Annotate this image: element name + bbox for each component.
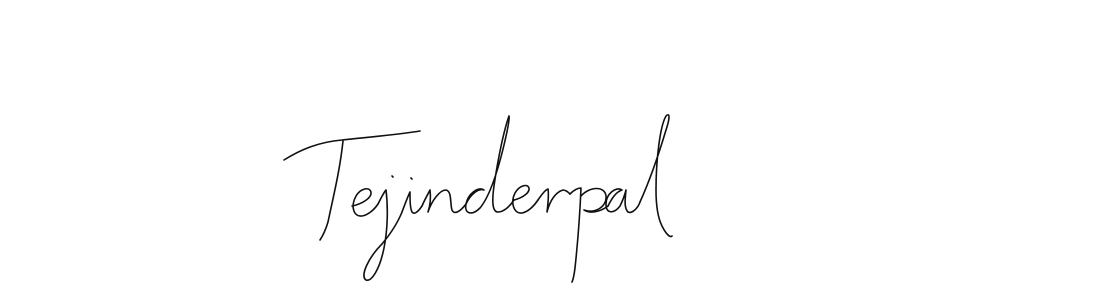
signature-stroke-l xyxy=(639,114,673,238)
signature-stroke-a xyxy=(605,188,641,214)
signature-stroke-t-stem xyxy=(319,140,344,241)
signature-stroke-p xyxy=(569,187,609,283)
signature-stroke-t-bar xyxy=(283,130,421,161)
signature-image xyxy=(283,114,673,283)
signature-stroke-n xyxy=(421,189,467,214)
signature-stroke-j-dot xyxy=(391,175,394,178)
signature-stroke-r xyxy=(537,188,571,213)
signature-stroke-e2 xyxy=(512,184,539,214)
signature-stroke-i xyxy=(401,191,423,214)
signature-stroke-e1 xyxy=(351,187,379,217)
signature-stroke-i-dot xyxy=(410,177,413,180)
signature-stroke-j xyxy=(363,189,403,281)
signature-stroke-d xyxy=(464,115,515,214)
signature-canvas xyxy=(0,0,1100,300)
